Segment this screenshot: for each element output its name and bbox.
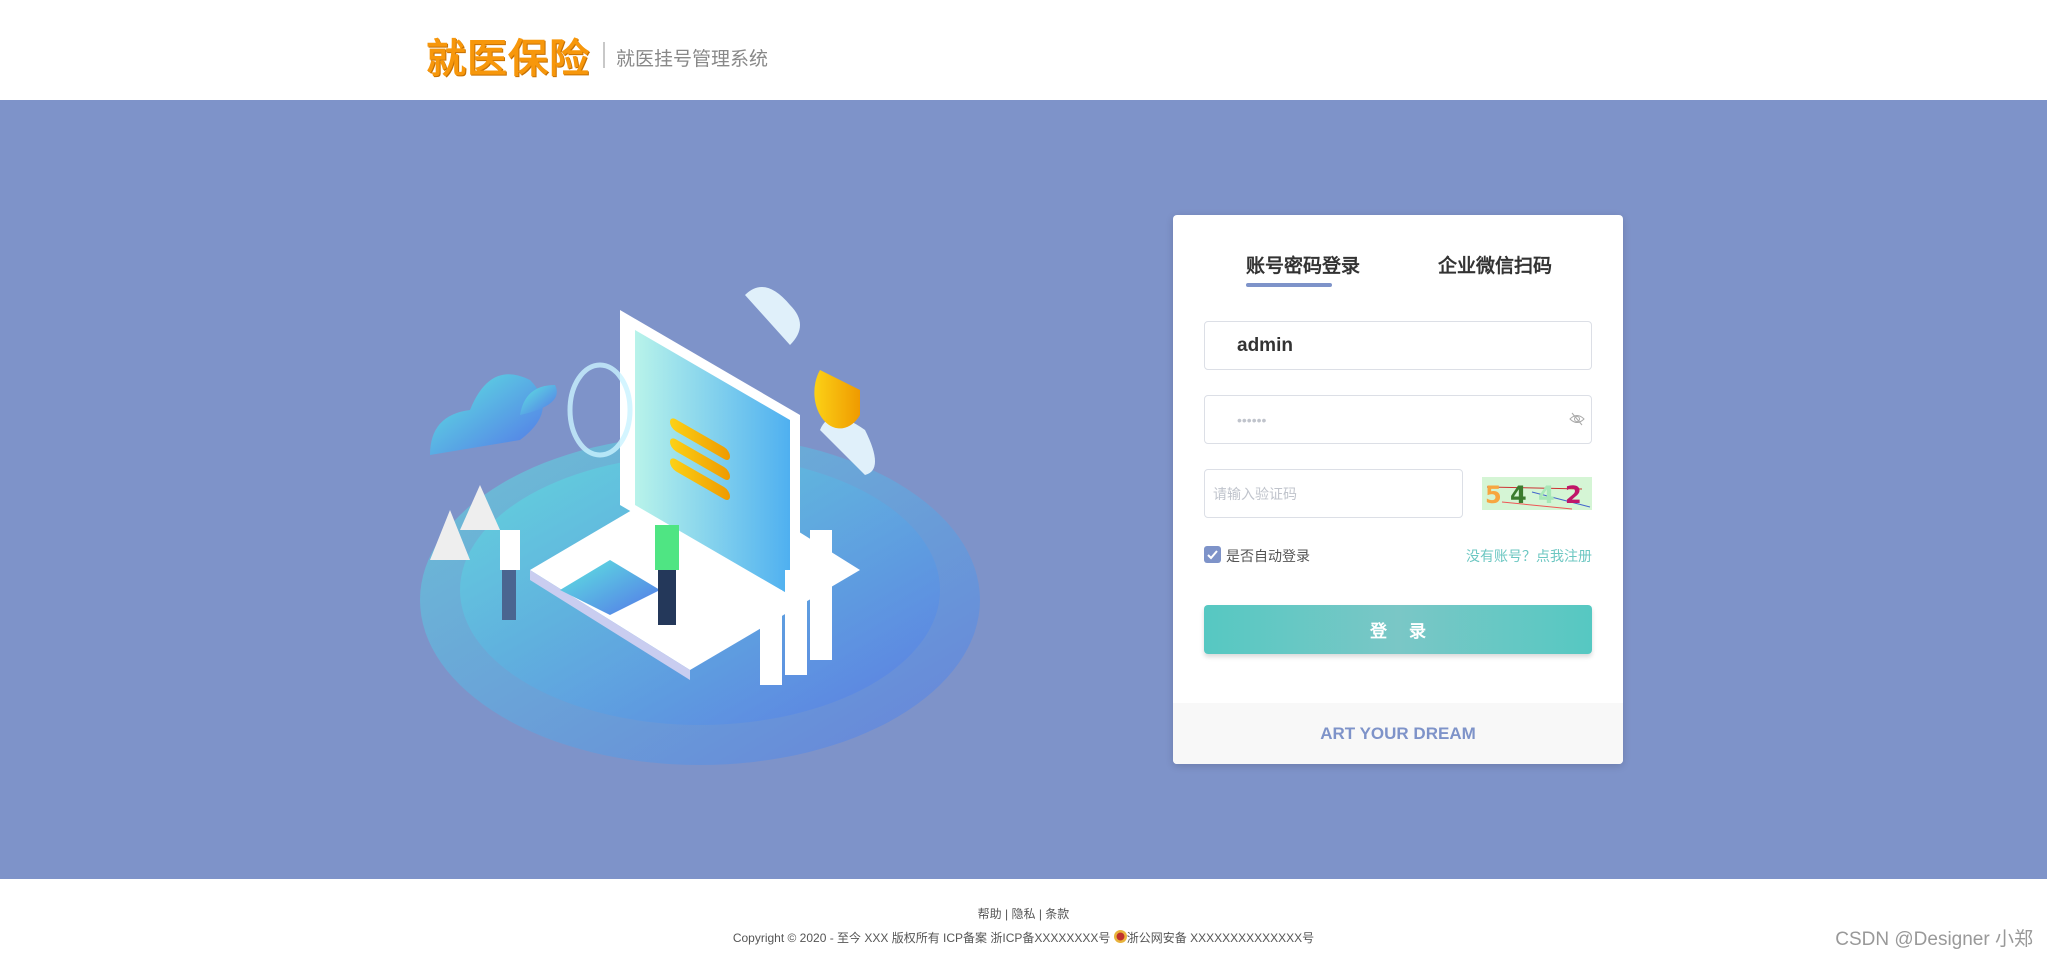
system-title: 就医挂号管理系统 <box>616 49 769 70</box>
police-record: 浙公网安备 XXXXXXXXXXXXXX号 <box>1126 931 1315 945</box>
active-tab-indicator <box>1246 283 1332 287</box>
captcha-input[interactable] <box>1204 469 1463 518</box>
hero-band <box>0 100 2047 879</box>
tab-account-password[interactable]: 账号密码登录 <box>1246 251 1360 278</box>
copyright-text: Copyright © 2020 - 至今 XXX 版权所有 ICP备案 浙IC… <box>732 931 1111 945</box>
card-footer-slogan: ART YOUR DREAM <box>1173 703 1623 764</box>
divider <box>603 42 605 68</box>
svg-text:2: 2 <box>1565 481 1582 509</box>
logo: 就医保险 <box>426 36 590 82</box>
captcha-image[interactable]: 5 4 4 2 <box>1482 477 1592 510</box>
svg-text:4: 4 <box>1510 481 1527 509</box>
remember-checkbox[interactable] <box>1204 546 1221 563</box>
police-badge-icon <box>1113 930 1127 943</box>
eye-off-icon[interactable] <box>1569 411 1585 427</box>
terms-link[interactable]: 条款 <box>1045 907 1069 921</box>
check-icon <box>1207 550 1218 560</box>
remember-label: 是否自动登录 <box>1226 548 1310 564</box>
footer-links: 帮助 | 隐私 | 条款 <box>977 907 1070 921</box>
register-link[interactable]: 没有账号？点我注册 <box>1466 546 1592 566</box>
tab-wechat-scan[interactable]: 企业微信扫码 <box>1438 251 1552 278</box>
copyright: Copyright © 2020 - 至今 XXX 版权所有 ICP备案 浙IC… <box>0 929 2047 946</box>
svg-text:4: 4 <box>1538 481 1555 509</box>
login-card: 账号密码登录 企业微信扫码 5 4 4 2 是否自动登录 没有账号？点我注册 登… <box>1173 215 1623 764</box>
password-input[interactable] <box>1204 395 1592 444</box>
illustration-laptop <box>420 287 980 765</box>
privacy-link[interactable]: 隐私 <box>1011 907 1035 921</box>
login-button[interactable]: 登录 <box>1204 605 1592 654</box>
watermark: CSDN @Designer 小郑 <box>1835 929 2033 950</box>
svg-text:5: 5 <box>1485 481 1502 509</box>
username-input[interactable] <box>1204 321 1592 370</box>
help-link[interactable]: 帮助 <box>978 907 1002 921</box>
header: 就医保险 就医挂号管理系统 <box>0 0 2047 100</box>
